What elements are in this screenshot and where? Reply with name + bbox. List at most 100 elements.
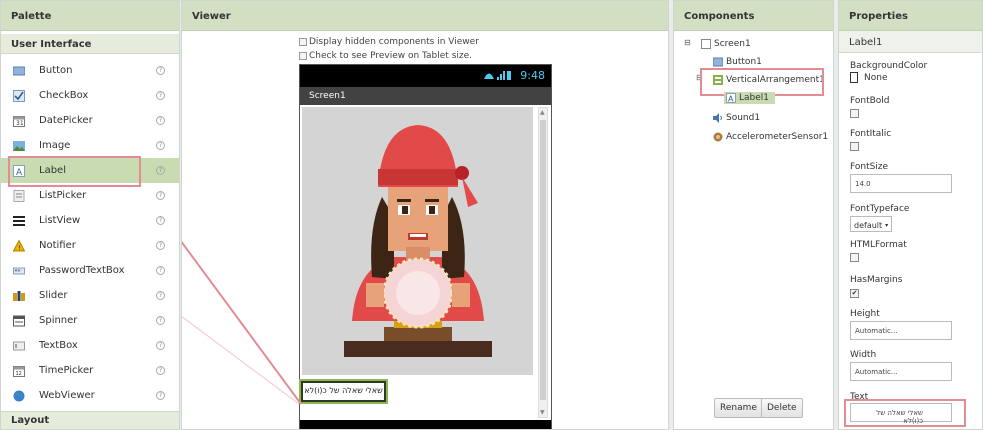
- viewer-scrollbar[interactable]: ▲ ▼: [538, 107, 548, 418]
- label-highlight-box: [8, 156, 141, 187]
- background-color-picker[interactable]: None: [850, 72, 887, 83]
- help-icon[interactable]: ?: [156, 91, 165, 100]
- collapse-screen-icon[interactable]: ⊟: [684, 38, 691, 47]
- palette-item-datepicker[interactable]: 31 DatePicker ?: [1, 108, 179, 133]
- tablet-preview-checkbox[interactable]: [299, 52, 307, 60]
- text-highlight-box: [844, 399, 966, 427]
- tree-button1-label: Button1: [726, 57, 762, 67]
- help-icon[interactable]: ?: [156, 366, 165, 375]
- help-icon[interactable]: ?: [156, 141, 165, 150]
- font-typeface-value: default: [854, 220, 883, 230]
- screen-title-bar: Screen1: [300, 87, 551, 105]
- help-icon[interactable]: ?: [156, 291, 165, 300]
- properties-title: Properties: [839, 1, 982, 31]
- scroll-up-arrow-icon[interactable]: ▲: [540, 109, 545, 116]
- svg-text:**: **: [15, 268, 21, 275]
- textbox-icon: [13, 340, 25, 352]
- scrollbar-thumb[interactable]: [540, 120, 546, 400]
- rename-button[interactable]: Rename: [714, 398, 763, 418]
- tree-sound1-label: Sound1: [726, 113, 761, 123]
- dropdown-arrow-icon: ▾: [885, 221, 889, 229]
- help-icon[interactable]: ?: [156, 66, 165, 75]
- html-format-checkbox[interactable]: [850, 253, 859, 262]
- font-italic-label: FontItalic: [850, 129, 892, 139]
- scroll-down-arrow-icon[interactable]: ▼: [540, 409, 545, 416]
- components-title: Components: [674, 1, 833, 31]
- help-icon[interactable]: ?: [156, 191, 165, 200]
- help-icon[interactable]: ?: [156, 266, 165, 275]
- has-margins-checkbox[interactable]: ✔: [850, 289, 859, 298]
- font-typeface-select[interactable]: default ▾: [850, 216, 893, 232]
- help-icon[interactable]: ?: [156, 241, 165, 250]
- palette-item-textbox[interactable]: TextBox ?: [1, 333, 179, 358]
- help-icon[interactable]: ?: [156, 166, 165, 175]
- palette-item-label: Button: [39, 65, 73, 76]
- font-bold-checkbox[interactable]: [850, 109, 859, 118]
- svg-text:A: A: [728, 95, 734, 104]
- palette-item-spinner[interactable]: Spinner ?: [1, 308, 179, 333]
- layout-section[interactable]: Layout: [1, 411, 179, 429]
- hidden-components-checkbox[interactable]: [299, 38, 307, 46]
- delete-button[interactable]: Delete: [761, 398, 803, 418]
- font-italic-checkbox[interactable]: [850, 142, 859, 151]
- viewer-title: Viewer: [182, 1, 668, 31]
- tablet-preview-option[interactable]: Check to see Preview on Tablet size.: [299, 51, 472, 61]
- font-size-label: FontSize: [850, 162, 889, 172]
- spinner-icon: [13, 315, 25, 327]
- palette-item-label: WebViewer: [39, 390, 95, 401]
- tree-label1-label: Label1: [739, 93, 770, 103]
- palette-item-timepicker[interactable]: 12 TimePicker ?: [1, 358, 179, 383]
- font-size-input[interactable]: 14.0: [850, 174, 952, 193]
- background-color-value: None: [864, 72, 888, 83]
- palette-item-button[interactable]: Button ?: [1, 58, 179, 83]
- height-label: Height: [850, 309, 880, 319]
- has-margins-label: HasMargins: [850, 275, 903, 285]
- label1-preview[interactable]: שאלי שאלה של כ(ו)לא: [299, 379, 388, 404]
- signal-icon: [484, 71, 514, 82]
- components-panel: Components ⊟ Screen1 Button1 ⊟ VerticalA…: [673, 0, 834, 430]
- timepicker-icon: 12: [13, 365, 25, 377]
- phone-preview: 9:48 Screen1 ▲ ▼ שאלי שאלה של כ(ו)לא: [299, 64, 552, 429]
- width-input[interactable]: Automatic...: [850, 362, 952, 381]
- viewer-panel: Viewer Display hidden components in View…: [181, 0, 669, 430]
- selected-component-name: Label1: [839, 31, 982, 53]
- tree-screen1[interactable]: Screen1: [701, 39, 751, 49]
- tree-sound1[interactable]: Sound1: [713, 113, 760, 123]
- help-icon[interactable]: ?: [156, 341, 165, 350]
- help-icon[interactable]: ?: [156, 116, 165, 125]
- tree-label1-selected[interactable]: A Label1: [724, 92, 776, 104]
- tree-screen1-label: Screen1: [714, 39, 751, 49]
- tree-button1[interactable]: Button1: [712, 57, 762, 67]
- font-typeface-label: FontTypeface: [850, 204, 910, 214]
- palette-panel: Palette User Interface Button ? CheckBox…: [0, 0, 180, 430]
- width-label: Width: [850, 350, 877, 360]
- help-icon[interactable]: ?: [156, 216, 165, 225]
- palette-item-webviewer[interactable]: WebViewer ?: [1, 383, 179, 408]
- hidden-components-option[interactable]: Display hidden components in Viewer: [299, 37, 479, 47]
- palette-item-label: Notifier: [39, 240, 76, 251]
- listpicker-icon: [13, 189, 25, 202]
- tree-accelerometersensor1-label: AccelerometerSensor1: [726, 132, 829, 142]
- palette-item-label: ListPicker: [39, 190, 87, 201]
- height-input[interactable]: Automatic...: [850, 321, 952, 340]
- palette-item-label: TextBox: [39, 340, 78, 351]
- palette-item-image[interactable]: Image ?: [1, 133, 179, 158]
- fortune-teller-image[interactable]: [302, 107, 533, 375]
- palette-item-notifier[interactable]: ! Notifier ?: [1, 233, 179, 258]
- palette-item-listview[interactable]: ListView ?: [1, 208, 179, 233]
- palette-title: Palette: [1, 1, 179, 31]
- user-interface-section[interactable]: User Interface: [1, 34, 179, 54]
- palette-item-passwordtextbox[interactable]: ** PasswordTextBox ?: [1, 258, 179, 283]
- palette-item-label: Image: [39, 140, 71, 151]
- palette-item-checkbox[interactable]: CheckBox ?: [1, 83, 179, 108]
- tree-accelerometersensor1[interactable]: AccelerometerSensor1: [713, 132, 828, 142]
- image-icon: [13, 140, 25, 152]
- globe-icon: [13, 390, 25, 402]
- help-icon[interactable]: ?: [156, 316, 165, 325]
- phone-bottom-bar: [300, 420, 551, 429]
- datepicker-icon: 31: [13, 115, 25, 127]
- help-icon[interactable]: ?: [156, 391, 165, 400]
- warning-icon: !: [13, 239, 25, 252]
- palette-item-slider[interactable]: Slider ?: [1, 283, 179, 308]
- phone-status-bar: 9:48: [300, 65, 551, 87]
